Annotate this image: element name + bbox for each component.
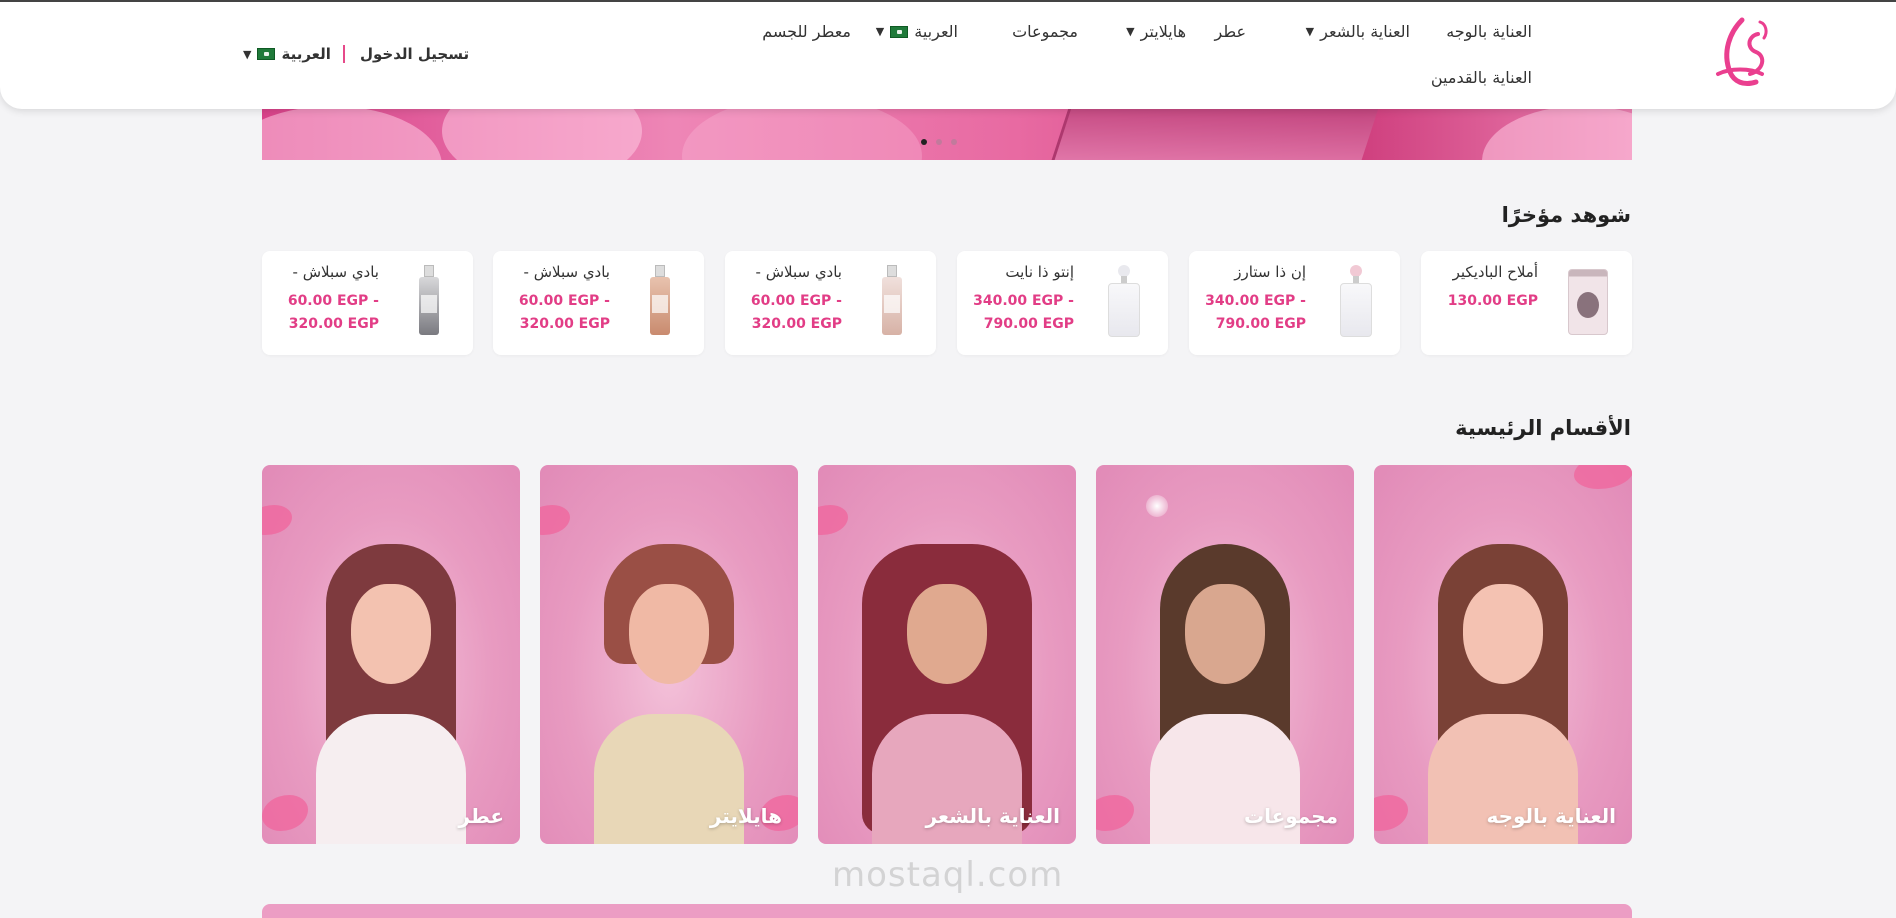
petal-decoration <box>1096 795 1134 831</box>
nav-collections-label: مجموعات <box>1012 22 1078 41</box>
nav-foot-care-label: العناية بالقدمين <box>1430 68 1532 87</box>
petal-decoration <box>1574 465 1632 489</box>
product-price: 340.00 EGP - <box>1205 293 1306 309</box>
product-price: 60.00 EGP - <box>518 293 610 309</box>
category-photo <box>1408 544 1598 844</box>
egypt-flag-icon <box>257 48 276 60</box>
chevron-down-icon: ▼ <box>1126 25 1135 38</box>
nav-face-care-label: العناية بالوجه <box>1446 22 1532 41</box>
nav-hair-care-label: العناية بالشعر <box>1320 22 1410 41</box>
header-divider <box>343 45 345 63</box>
product-price: 60.00 EGP - <box>750 293 842 309</box>
nav-perfume[interactable]: عطر <box>1215 22 1247 41</box>
carousel-dot[interactable] <box>921 139 927 145</box>
language-selector[interactable]: العربية ▼ <box>243 45 331 63</box>
main-categories-title: الأقسام الرئيسية <box>1455 416 1631 440</box>
nav-language-label: العربية <box>914 22 958 41</box>
carousel-dots <box>921 139 957 145</box>
recently-viewed-card[interactable]: بادي سبلاش - 60.00 EGP - 320.00 EGP <box>493 251 704 355</box>
category-label: عطر <box>458 804 504 828</box>
category-card-hair-care[interactable]: العناية بالشعر <box>818 465 1076 844</box>
petal-decoration <box>262 505 292 535</box>
product-image <box>409 265 449 339</box>
category-card-highlighter[interactable]: هايلايتر <box>540 465 798 844</box>
carousel-dot[interactable] <box>936 139 942 145</box>
product-price-max: 320.00 EGP <box>519 316 610 332</box>
product-image <box>1336 265 1376 339</box>
category-photo <box>296 544 486 844</box>
product-price: 60.00 EGP - <box>287 293 379 309</box>
nav-perfume-label: عطر <box>1214 22 1247 41</box>
nav-body-mist[interactable]: معطر للجسم <box>762 22 851 41</box>
product-price-max: 320.00 EGP <box>288 316 379 332</box>
nav-body-mist-label: معطر للجسم <box>762 22 851 41</box>
category-photo <box>852 544 1042 844</box>
category-photo <box>1130 544 1320 844</box>
recently-viewed-card[interactable]: أملاح الباديكير 130.00 EGP <box>1421 251 1632 355</box>
category-card-face-care[interactable]: العناية بالوجه <box>1374 465 1632 844</box>
watermark: mostaql.com <box>832 855 1064 895</box>
nav-highlighter[interactable]: هايلايتر ▼ <box>1126 22 1186 41</box>
product-image <box>640 265 680 339</box>
category-label: العناية بالوجه <box>1486 804 1616 828</box>
product-name: إن ذا ستارز <box>1234 263 1306 281</box>
site-header: العناية بالوجه العناية بالشعر ▼ عطر هايل… <box>0 0 1896 109</box>
recently-viewed-card[interactable]: بادي سبلاش - 60.00 EGP - 320.00 EGP <box>262 251 473 355</box>
brand-logo[interactable] <box>1700 12 1780 96</box>
product-name: إنتو ذا نايت <box>1005 263 1074 281</box>
top-border <box>0 0 1896 2</box>
category-card-collections[interactable]: مجموعات <box>1096 465 1354 844</box>
product-name: بادي سبلاش - <box>292 263 379 281</box>
chevron-down-icon: ▼ <box>1305 25 1315 38</box>
sparkle-decoration <box>1146 495 1168 517</box>
product-price-max: 320.00 EGP <box>751 316 842 332</box>
nav-language[interactable]: العربية ▼ <box>876 22 958 41</box>
language-label: العربية <box>281 45 331 63</box>
chevron-down-icon: ▼ <box>875 25 885 38</box>
egypt-flag-icon <box>890 25 909 38</box>
chevron-down-icon: ▼ <box>243 47 252 61</box>
nav-collections[interactable]: مجموعات <box>1012 22 1078 41</box>
category-label: العناية بالشعر <box>925 804 1060 828</box>
login-link[interactable]: تسجيل الدخول <box>360 45 469 63</box>
category-label: مجموعات <box>1243 804 1338 828</box>
product-name: أملاح الباديكير <box>1452 263 1538 281</box>
petal-decoration <box>540 505 570 535</box>
product-image <box>1568 265 1608 339</box>
category-photo <box>574 544 764 844</box>
product-name: بادي سبلاش - <box>523 263 610 281</box>
next-section-banner <box>262 904 1632 918</box>
category-card-perfume[interactable]: عطر <box>262 465 520 844</box>
nav-face-care[interactable]: العناية بالوجه <box>1446 22 1532 41</box>
hero-petal <box>262 106 442 160</box>
recently-viewed-card[interactable]: بادي سبلاش - 60.00 EGP - 320.00 EGP <box>725 251 936 355</box>
nav-hair-care[interactable]: العناية بالشعر ▼ <box>1306 22 1410 41</box>
carousel-dot[interactable] <box>951 139 957 145</box>
product-image <box>1104 265 1144 339</box>
product-price-max: 790.00 EGP <box>983 316 1074 332</box>
petal-decoration <box>818 505 848 535</box>
product-name: بادي سبلاش - <box>755 263 842 281</box>
recently-viewed-title: شوهد مؤخرًا <box>1501 203 1631 227</box>
product-image <box>872 265 912 339</box>
login-label: تسجيل الدخول <box>360 45 470 63</box>
product-price: 340.00 EGP - <box>973 293 1074 309</box>
product-price-max: 790.00 EGP <box>1215 316 1306 332</box>
recently-viewed-card[interactable]: إن ذا ستارز 340.00 EGP - 790.00 EGP <box>1189 251 1400 355</box>
hero-petal <box>1482 106 1632 160</box>
product-price: 130.00 EGP <box>1447 293 1538 309</box>
petal-decoration <box>1374 795 1408 831</box>
recently-viewed-card[interactable]: إنتو ذا نايت 340.00 EGP - 790.00 EGP <box>957 251 1168 355</box>
nav-highlighter-label: هايلايتر <box>1140 22 1186 41</box>
nav-foot-care[interactable]: العناية بالقدمين <box>1431 68 1532 87</box>
category-label: هايلايتر <box>709 804 782 828</box>
